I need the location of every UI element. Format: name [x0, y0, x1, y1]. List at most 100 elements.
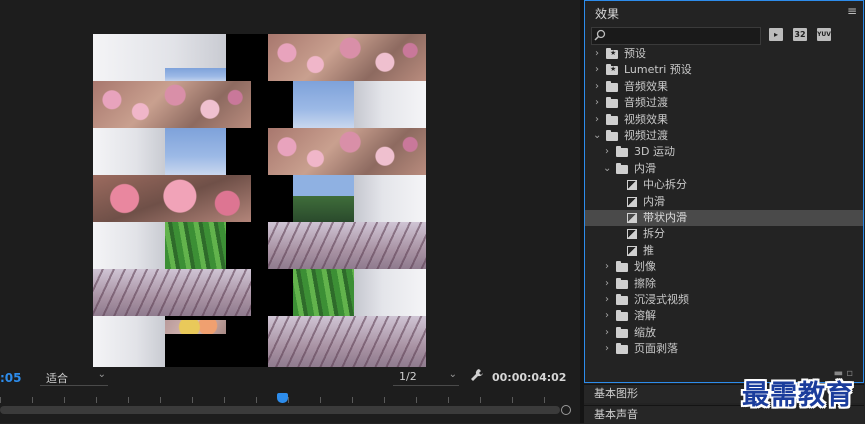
32-bit-icon[interactable]: 32: [793, 28, 807, 41]
chevron-down-icon: ⌄: [448, 369, 457, 380]
panel-menu-icon[interactable]: ≡: [847, 4, 857, 18]
video-strip: [165, 128, 226, 175]
effect-folder[interactable]: › 溶解: [585, 308, 863, 324]
effect-folder[interactable]: › 视频效果: [585, 112, 863, 128]
tree-item-label: Lumetri 预设: [624, 63, 692, 77]
effect-folder[interactable]: › 3D 运动: [585, 144, 863, 160]
chevron-right-icon[interactable]: ›: [593, 79, 601, 95]
chevron-right-icon[interactable]: ›: [593, 95, 601, 111]
transition-effect-icon: [627, 213, 637, 223]
video-strip: [93, 175, 251, 222]
video-strip: [268, 222, 426, 269]
video-strip: [93, 81, 251, 128]
effect-folder[interactable]: ⌄ 视频过渡: [585, 128, 863, 144]
chevron-right-icon[interactable]: ›: [593, 112, 601, 128]
video-strip: [293, 269, 354, 316]
zoom-fit-label: 适合: [46, 372, 68, 385]
tree-item-label: 擦除: [634, 276, 656, 290]
folder-icon: [606, 61, 618, 77]
panel-tab-label: 基本图形: [594, 387, 638, 400]
zoom-scrollbar[interactable]: [0, 406, 560, 414]
tree-item-label: 沉浸式视频: [634, 293, 689, 306]
chevron-down-icon[interactable]: ⌄: [603, 161, 611, 177]
tree-item-label: 拆分: [643, 227, 665, 241]
tree-item-label: 推: [643, 243, 654, 257]
effect-item[interactable]: 内滑: [585, 194, 863, 210]
chevron-right-icon[interactable]: ›: [603, 292, 611, 308]
tree-item-label: 中心拆分: [643, 178, 687, 192]
tree-item-label: 音频过渡: [624, 96, 668, 110]
playback-resolution-select[interactable]: 1/2 ⌄: [393, 369, 459, 386]
effect-folder[interactable]: › 预设: [585, 45, 863, 62]
effect-folder[interactable]: › 沉浸式视频: [585, 292, 863, 308]
folder-icon: [616, 326, 628, 338]
chevron-right-icon[interactable]: ›: [603, 325, 611, 341]
video-strip: [93, 316, 165, 367]
video-preview: [93, 34, 426, 367]
tree-item-label: 内滑: [634, 161, 656, 175]
scrollbar-handle[interactable]: [561, 405, 571, 415]
effect-item[interactable]: 带状内滑: [585, 210, 863, 226]
effect-folder[interactable]: › 页面剥落: [585, 341, 863, 357]
tree-item-label: 预设: [624, 47, 646, 60]
tree-item-label: 3D 运动: [634, 145, 675, 159]
effect-folder[interactable]: › 缩放: [585, 325, 863, 341]
chevron-right-icon[interactable]: ›: [603, 276, 611, 292]
playhead-timecode[interactable]: :05: [0, 371, 22, 385]
transition-effect-icon: [627, 229, 637, 240]
panel-tab-label: 基本声音: [594, 408, 638, 421]
yuv-icon[interactable]: YUV: [817, 28, 831, 41]
chevron-down-icon[interactable]: ⌄: [593, 128, 601, 144]
tree-item-label: 音频效果: [624, 79, 668, 93]
tree-item-label: 页面剥落: [634, 342, 678, 356]
folder-icon: [606, 130, 618, 141]
video-strip: [93, 128, 165, 175]
tree-item-label: 带状内滑: [643, 211, 687, 224]
chevron-right-icon[interactable]: ›: [593, 62, 601, 78]
tree-item-label: 视频效果: [624, 112, 668, 126]
video-strip: [165, 222, 226, 269]
video-strip: [268, 34, 426, 81]
tree-item-label: 划像: [634, 260, 656, 274]
video-strip: [354, 81, 426, 128]
effect-folder[interactable]: › 音频效果: [585, 79, 863, 95]
video-strip: [165, 320, 226, 334]
folder-icon: [606, 113, 618, 125]
chevron-right-icon[interactable]: ›: [593, 46, 601, 62]
folder-icon: [616, 277, 628, 289]
effect-folder[interactable]: › Lumetri 预设: [585, 61, 863, 78]
video-strip: [93, 269, 251, 316]
accelerated-effects-icon[interactable]: ▸: [769, 28, 783, 41]
folder-icon: [606, 80, 618, 92]
effect-folder[interactable]: › 音频过渡: [585, 95, 863, 111]
effect-item[interactable]: 推: [585, 243, 863, 259]
folder-icon: [616, 310, 628, 322]
folder-icon: [616, 294, 628, 305]
effect-folder[interactable]: › 擦除: [585, 276, 863, 292]
folder-icon: [606, 45, 618, 61]
transition-effect-icon: [627, 245, 637, 256]
effects-search-input[interactable]: [591, 27, 761, 45]
video-strip: [354, 175, 426, 222]
chevron-right-icon[interactable]: ›: [603, 144, 611, 160]
video-strip: [354, 269, 426, 316]
effect-folder[interactable]: ⌄ 内滑: [585, 161, 863, 177]
watermark-logo: 最需教育: [742, 380, 854, 411]
effects-panel: 效果 ≡ ▸ 32 YUV › 预设 › Lumetri 预设 › 音频效果 › 音频过渡 › 视…: [584, 0, 864, 383]
panel-title[interactable]: 效果: [595, 5, 619, 22]
zoom-fit-select[interactable]: 适合 ⌄: [40, 369, 108, 386]
folder-icon: [616, 162, 628, 174]
effect-item[interactable]: 中心拆分: [585, 177, 863, 193]
video-strip: [93, 222, 165, 269]
effect-item[interactable]: 拆分: [585, 226, 863, 242]
tree-item-label: 内滑: [643, 194, 665, 208]
chevron-right-icon[interactable]: ›: [603, 341, 611, 357]
chevron-down-icon: ⌄: [97, 369, 106, 380]
playhead-handle[interactable]: [277, 393, 288, 403]
wrench-icon[interactable]: [470, 368, 484, 384]
effect-folder[interactable]: › 划像: [585, 259, 863, 275]
video-strip: [293, 175, 354, 222]
chevron-right-icon[interactable]: ›: [603, 308, 611, 324]
duration-timecode: 00:00:04:02: [492, 371, 567, 384]
chevron-right-icon[interactable]: ›: [603, 259, 611, 275]
